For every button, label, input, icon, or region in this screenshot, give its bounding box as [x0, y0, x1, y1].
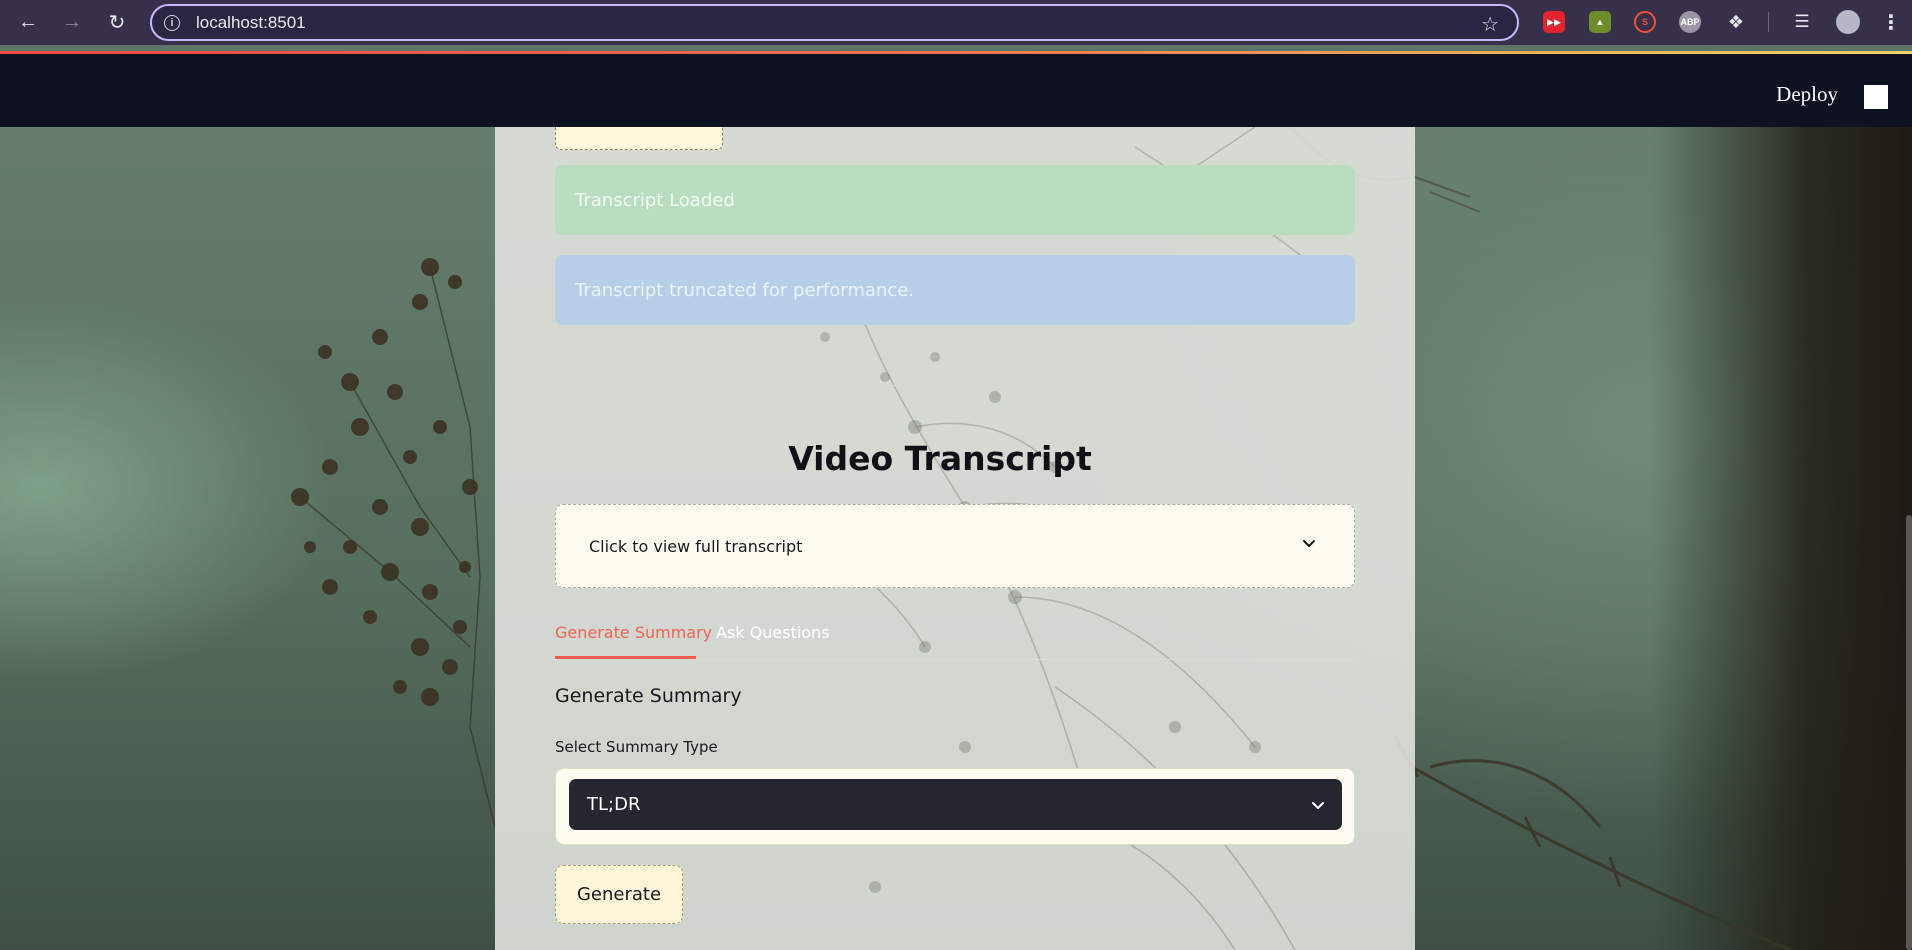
deploy-button[interactable]: Deploy	[1776, 82, 1838, 107]
chevron-down-icon	[1312, 802, 1324, 809]
forward-arrow-icon[interactable]: →	[58, 8, 86, 36]
kebab-menu-icon[interactable]: ⋮	[1880, 11, 1902, 34]
youtube-extension-icon[interactable]: ▶▶	[1543, 11, 1565, 33]
chevron-down-icon	[1303, 540, 1315, 547]
summary-type-value: TL;DR	[587, 794, 641, 815]
page-scrollbar[interactable]	[1906, 515, 1912, 950]
tab-generate-summary[interactable]: Generate Summary	[555, 623, 712, 642]
url-text: localhost:8501	[196, 12, 306, 32]
summary-type-select[interactable]: TL;DR	[569, 779, 1342, 830]
back-arrow-icon[interactable]: ←	[14, 8, 42, 36]
summary-type-label: Select Summary Type	[555, 738, 718, 756]
address-bar[interactable]: i localhost:8501 ☆	[150, 4, 1519, 41]
success-alert-text: Transcript Loaded	[575, 189, 735, 211]
partial-button[interactable]	[555, 127, 723, 150]
puzzle-icon[interactable]: ❖	[1725, 11, 1747, 33]
toolbar-separator	[1768, 12, 1769, 32]
profile-avatar[interactable]	[1836, 10, 1860, 34]
site-info-icon[interactable]: i	[164, 14, 180, 31]
generate-button[interactable]: Generate	[555, 865, 683, 924]
reload-icon[interactable]: ↻	[103, 8, 131, 36]
section-divider	[555, 385, 1355, 386]
summary-type-container: TL;DR	[555, 768, 1355, 845]
active-tab-indicator	[555, 656, 696, 659]
browser-toolbar: ← → ↻ i localhost:8501 ☆ ▶▶ ▲ S ABP ❖ ☰ …	[0, 0, 1912, 45]
app-header: Deploy	[0, 54, 1912, 127]
summary-heading: Generate Summary	[555, 685, 742, 707]
abp-icon[interactable]: ABP	[1679, 11, 1701, 33]
bookmark-star-icon[interactable]: ☆	[1481, 12, 1499, 37]
main-menu-button[interactable]	[1864, 85, 1888, 109]
expander-label: Click to view full transcript	[589, 536, 803, 556]
success-alert: Transcript Loaded	[555, 165, 1355, 235]
image-extension-icon[interactable]: ▲	[1589, 11, 1611, 33]
transcript-heading: Video Transcript	[788, 439, 1092, 478]
s-extension-icon[interactable]: S	[1634, 11, 1656, 33]
info-alert-text: Transcript truncated for performance.	[575, 279, 915, 301]
info-alert: Transcript truncated for performance.	[555, 255, 1355, 325]
reading-list-icon[interactable]: ☰	[1791, 11, 1813, 33]
transcript-expander[interactable]: Click to view full transcript	[555, 504, 1355, 588]
tab-bar: Generate Summary Ask Questions	[555, 615, 1355, 660]
main-content: Transcript Loaded Transcript truncated f…	[495, 127, 1415, 950]
tab-ask-questions[interactable]: Ask Questions	[716, 623, 830, 642]
